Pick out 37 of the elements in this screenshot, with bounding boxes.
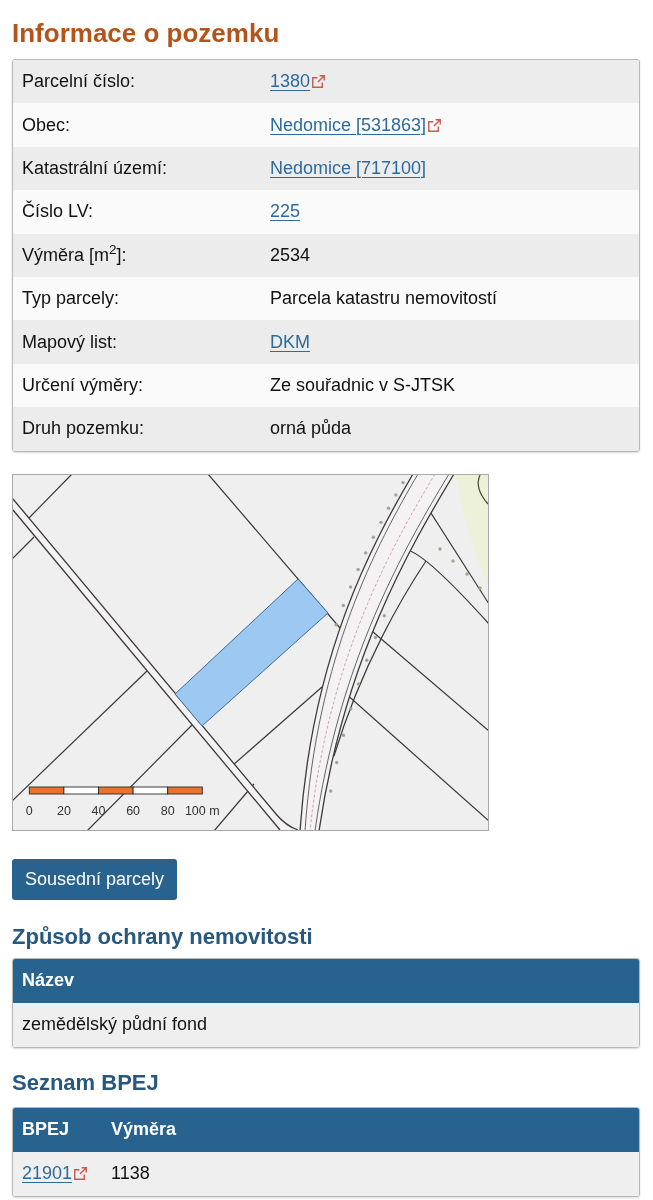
external-link-icon xyxy=(312,75,326,89)
field-label: Obec: xyxy=(22,114,71,135)
field-label: Mapový list: xyxy=(22,331,118,352)
scale-label: 100 m xyxy=(184,803,220,818)
external-link-icon xyxy=(428,118,442,132)
field-label: Druh pozemku: xyxy=(22,418,145,439)
field-label: Typ parcely: xyxy=(22,288,120,309)
value-text: 1138 xyxy=(111,1162,150,1185)
column-header: Výměra xyxy=(111,1119,177,1139)
field-label: Parcelní číslo: xyxy=(22,71,136,92)
value-text: Parcela katastru nemovitostí xyxy=(270,287,498,311)
neighbor-parcels-button[interactable]: Sousední parcely xyxy=(12,858,178,900)
value-link[interactable]: Nedomice [531863] xyxy=(270,111,427,139)
scale-label: 20 xyxy=(56,803,71,818)
section-heading: Seznam BPEJ xyxy=(12,1068,159,1097)
scale-label: 60 xyxy=(126,803,141,818)
value-link[interactable]: 225 xyxy=(270,198,301,226)
value-text: 2534 xyxy=(270,243,311,267)
value-text: zemědělský půdní fond xyxy=(22,1013,208,1036)
page-title: Informace o pozemku xyxy=(12,18,280,48)
scale-label: 40 xyxy=(91,803,106,818)
value-text: orná půda xyxy=(270,417,352,441)
scale-label: 0 xyxy=(25,803,33,818)
scale-label: 80 xyxy=(160,803,175,818)
value-link[interactable]: 21901 xyxy=(22,1160,73,1187)
section-heading: Způsob ochrany nemovitosti xyxy=(12,922,313,951)
value-link[interactable]: 1380 xyxy=(270,68,311,96)
field-label: Určení výměry: xyxy=(22,374,144,395)
column-header: BPEJ xyxy=(22,1119,70,1139)
value-link[interactable]: Nedomice [717100] xyxy=(270,154,427,182)
value-link[interactable]: DKM xyxy=(270,328,310,356)
field-label: Číslo LV: xyxy=(22,201,94,222)
external-link-icon xyxy=(74,1167,88,1180)
field-label: Výměra [m$^{2}$]: xyxy=(22,244,127,265)
column-header: Název xyxy=(22,970,75,990)
field-label: Katastrální území: xyxy=(22,157,168,178)
value-text: Ze souřadnic v S-JTSK xyxy=(270,373,456,397)
